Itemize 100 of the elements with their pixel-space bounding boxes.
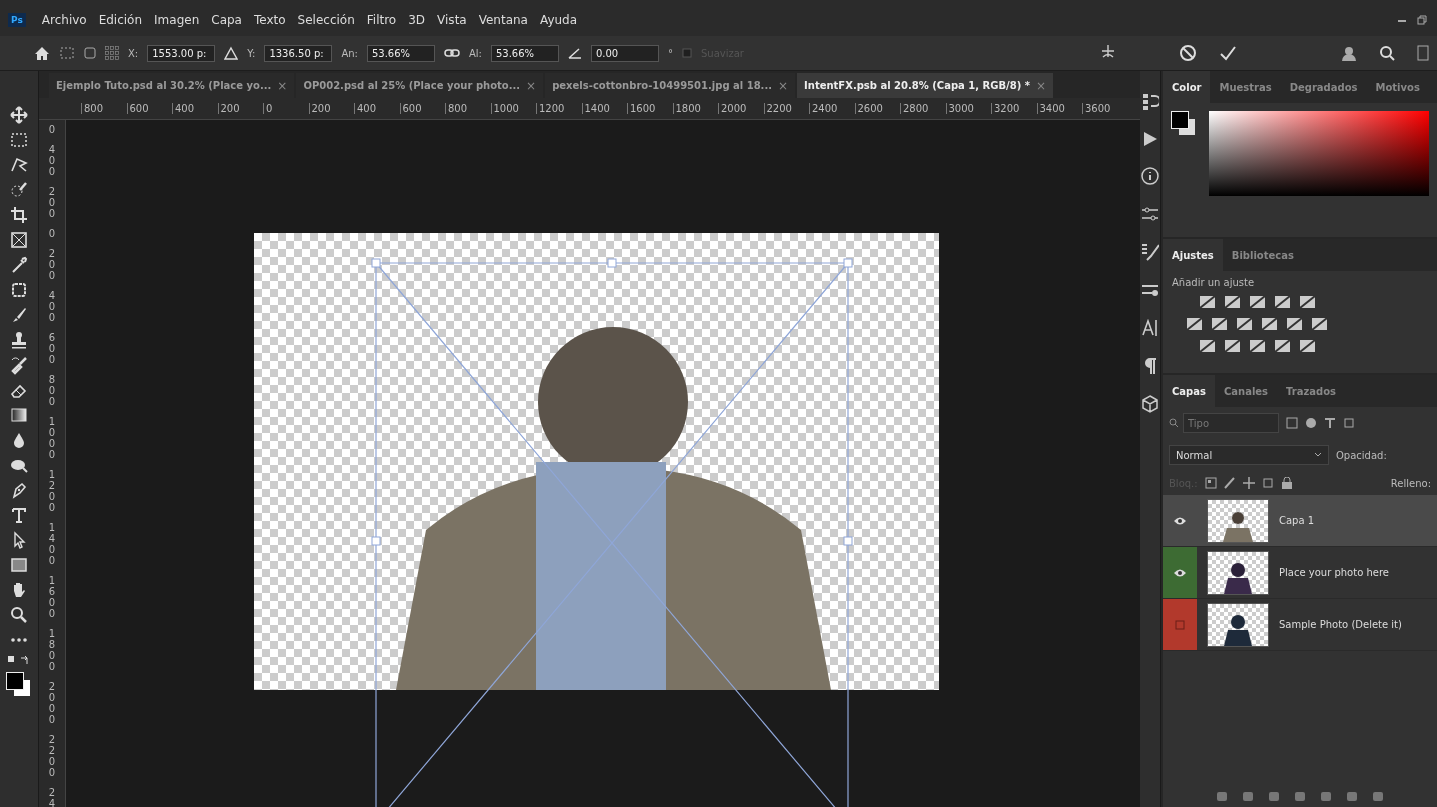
menu-item[interactable]: Edición (92, 11, 149, 29)
layer-row[interactable]: Capa 1 (1163, 495, 1437, 547)
history-brush-icon[interactable] (9, 355, 29, 375)
layer-row[interactable]: Sample Photo (Delete it) (1163, 599, 1437, 651)
close-tab-button[interactable]: × (778, 78, 789, 93)
color-swatches-icon[interactable] (6, 672, 32, 698)
stamp-icon[interactable] (9, 330, 29, 350)
user-icon[interactable] (1341, 45, 1357, 61)
menu-item[interactable]: Texto (247, 11, 292, 29)
ruler-label: 1200 (47, 469, 57, 513)
close-tab-button[interactable]: × (526, 78, 537, 93)
sliders-icon[interactable] (1141, 205, 1159, 223)
app-logo: Ps (8, 13, 26, 27)
adjustment-filter-icon[interactable] (1305, 417, 1317, 429)
menu-item[interactable]: Archivo (35, 11, 93, 29)
marquee-icon[interactable] (9, 130, 29, 150)
ruler-label: 2000 (47, 681, 57, 725)
color-swatches-icon[interactable] (1171, 111, 1197, 137)
info-icon[interactable] (1141, 167, 1159, 185)
layer-filter-field[interactable]: Tipo (1183, 413, 1279, 433)
patch-icon[interactable] (9, 280, 29, 300)
image-filter-icon[interactable] (1286, 417, 1298, 429)
ruler-label: 2400 (809, 103, 855, 114)
degree-label: ° (667, 47, 673, 59)
panel-tab[interactable]: Color (1163, 71, 1211, 103)
number-field[interactable]: 53.66% (490, 44, 559, 62)
home-icon[interactable] (34, 46, 50, 60)
menu-item[interactable]: Capa (205, 11, 248, 29)
layer-thumbnail (1207, 498, 1269, 543)
ruler-label: 600 (47, 332, 57, 365)
document-tab[interactable]: IntentFX.psb al 20.8% (Capa 1, RGB/8) * × (797, 73, 1054, 98)
zoom-icon[interactable] (9, 605, 29, 625)
layer-name: Sample Photo (Delete it) (1279, 619, 1402, 630)
type-filter-icon[interactable] (1324, 417, 1336, 429)
ruler-label: 800 (445, 103, 491, 114)
number-field[interactable]: 1553.00 p: (147, 44, 216, 62)
brush-settings-icon[interactable] (1141, 243, 1159, 261)
visibility-toggle[interactable] (1163, 599, 1197, 650)
workspace-icon[interactable] (1417, 45, 1429, 61)
visibility-toggle[interactable] (1163, 547, 1197, 598)
cancel-icon[interactable] (1179, 44, 1197, 62)
menu-item[interactable]: Vista (431, 11, 473, 29)
lock-pixels-icon[interactable] (1204, 477, 1217, 489)
quick-selection-icon[interactable] (9, 180, 29, 200)
color-spectrum[interactable] (1209, 111, 1429, 196)
paragraph-icon[interactable] (1143, 357, 1157, 375)
ruler-label: 2800 (900, 103, 946, 114)
character-icon[interactable] (1141, 319, 1159, 337)
blend-mode-dropdown[interactable]: Normal (1169, 445, 1329, 465)
ruler-label: 3200 (991, 103, 1037, 114)
menu-item[interactable]: Selección (291, 11, 361, 29)
shape-filter-icon[interactable] (1343, 417, 1355, 429)
menu-item[interactable]: Filtro (360, 11, 403, 29)
ruler-label: 400 (172, 103, 218, 114)
ruler-label: 0 (47, 124, 57, 135)
play-icon[interactable] (1142, 131, 1158, 147)
opacity-label: Opacidad: (1336, 449, 1387, 461)
layer-name: Capa 1 (1279, 515, 1315, 526)
checkbox-icon[interactable] (84, 47, 96, 59)
brush-icon[interactable] (1223, 477, 1236, 489)
menu-item[interactable]: 3D (402, 11, 432, 29)
panel-tab[interactable]: Capas (1163, 375, 1215, 407)
ruler-label: 800 (47, 374, 57, 407)
reference-point-icon[interactable] (105, 46, 119, 60)
number-field[interactable]: 0.00 (590, 44, 659, 62)
gradient-icon[interactable] (9, 405, 29, 425)
check-icon[interactable] (1219, 44, 1237, 62)
menu-item[interactable]: Ventana (472, 11, 534, 29)
cube-icon[interactable] (1141, 395, 1159, 413)
close-tab-button[interactable]: × (277, 78, 288, 93)
menu-item[interactable]: Ayuda (534, 11, 584, 29)
field-label: Al: (468, 47, 482, 59)
restore-icon[interactable] (1417, 15, 1427, 25)
menu-item[interactable]: Imagen (148, 11, 206, 29)
transform-box[interactable] (372, 259, 852, 807)
field-label: X: (128, 47, 139, 59)
number-field[interactable]: 53.66% (366, 44, 435, 62)
ruler-label: 2000 (718, 103, 764, 114)
lasso-icon[interactable] (9, 155, 29, 175)
fill-label: Relleno: (1390, 477, 1431, 489)
number-field[interactable]: 1336.50 p: (264, 44, 333, 62)
ruler-label: 800 (81, 103, 127, 114)
document-tab[interactable]: OP002.psd al 25% (Place your photo... × (296, 73, 544, 98)
move-icon[interactable] (1242, 477, 1255, 489)
lock-icon[interactable] (1280, 477, 1293, 489)
rectangle-icon[interactable] (9, 555, 29, 575)
document-tab[interactable]: pexels-cottonbro-10499501.jpg al 18... × (545, 73, 796, 98)
artboard-icon[interactable] (1261, 477, 1274, 489)
frame-icon[interactable] (9, 230, 29, 250)
type-tool-icon[interactable] (9, 505, 29, 525)
panel-tab[interactable]: Ajustes (1163, 239, 1223, 271)
swap-colors-icon[interactable] (7, 655, 31, 667)
checkbox-icon[interactable] (681, 48, 692, 58)
document-tab[interactable]: Ejemplo Tuto.psd al 30.2% (Place yo... × (49, 73, 295, 98)
history-icon[interactable] (1141, 93, 1159, 111)
layer-row[interactable]: Place your photo here (1163, 547, 1437, 599)
ruler-label: 1000 (490, 103, 536, 114)
transform-tool-icon[interactable] (59, 46, 75, 60)
search-icon[interactable] (1379, 45, 1395, 61)
crop-icon[interactable] (9, 205, 29, 225)
